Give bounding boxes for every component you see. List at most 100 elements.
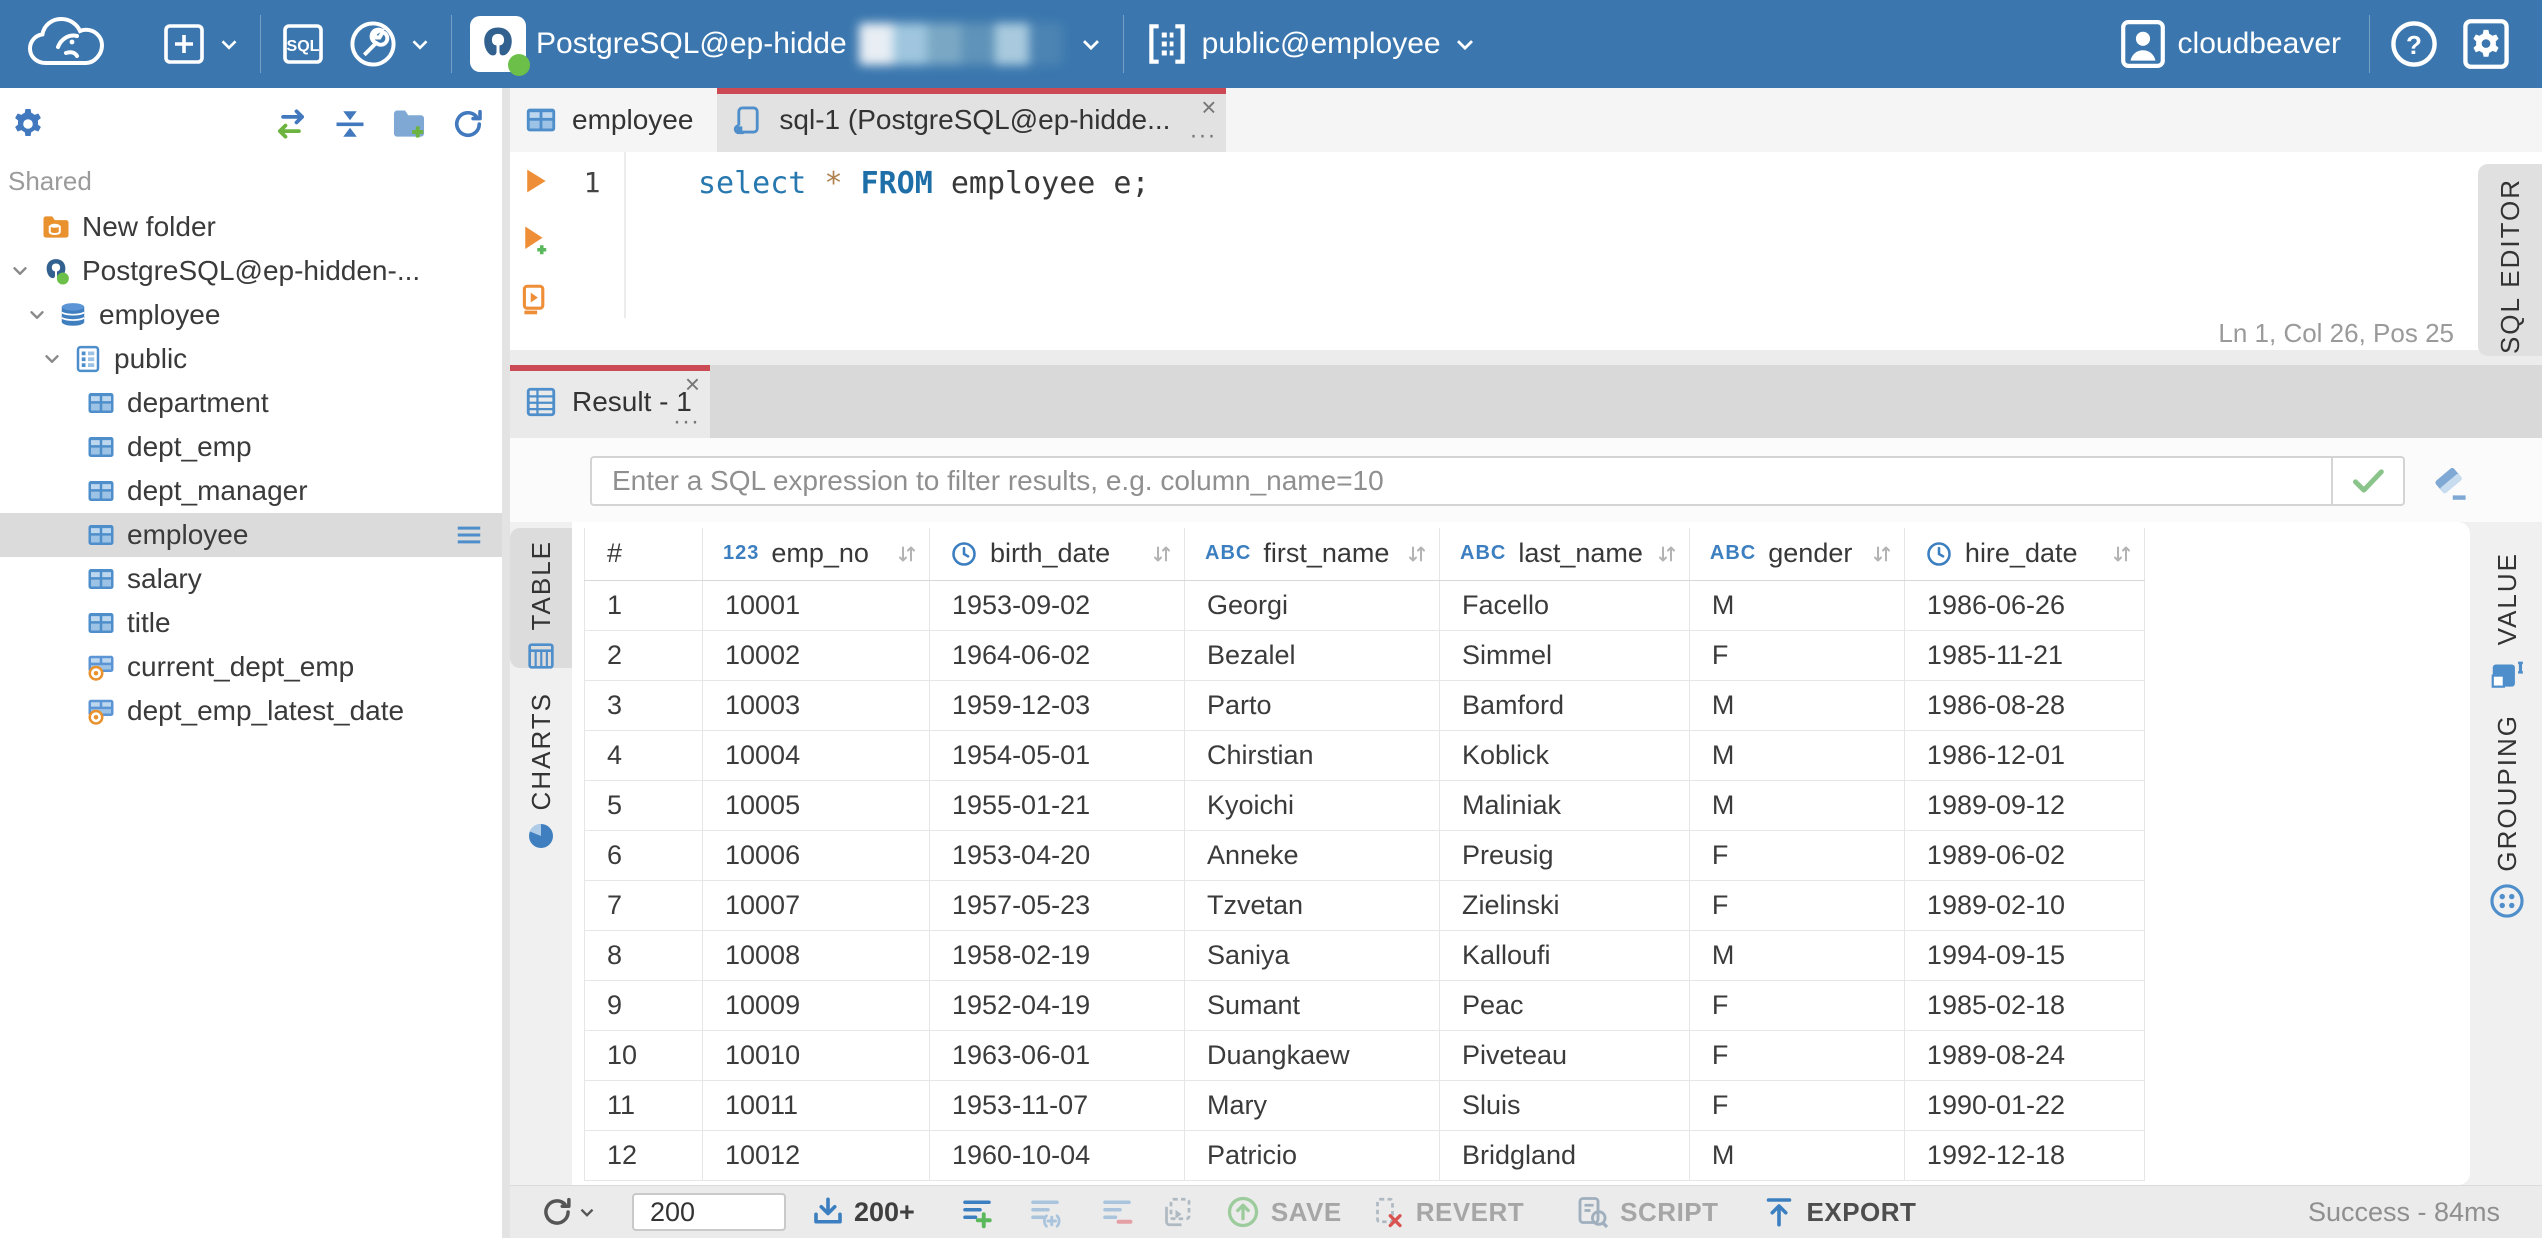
close-icon[interactable]: × <box>685 371 700 397</box>
table-row[interactable]: 11 10011 1953-11-07 Mary Sluis F 1990-01-22 <box>584 1080 2145 1131</box>
cell-first_name[interactable]: Tzvetan <box>1184 880 1440 931</box>
sort-icon[interactable] <box>1870 542 1894 566</box>
save-button[interactable]: SAVE <box>1225 1194 1342 1230</box>
tree-item-salary[interactable]: salary <box>0 557 502 601</box>
cell-birth_date[interactable]: 1959-12-03 <box>929 680 1185 731</box>
script-button[interactable]: SCRIPT <box>1574 1194 1718 1230</box>
cell-emp_no[interactable]: 10001 <box>702 580 930 631</box>
tree-item-employee[interactable]: employee <box>0 293 502 337</box>
cell-last_name[interactable]: Facello <box>1439 580 1690 631</box>
cell-last_name[interactable]: Sluis <box>1439 1080 1690 1131</box>
cell-birth_date[interactable]: 1954-05-01 <box>929 730 1185 781</box>
cell-emp_no[interactable]: 10011 <box>702 1080 930 1131</box>
cell-gender[interactable]: M <box>1689 680 1905 731</box>
tree-item-public[interactable]: public <box>0 337 502 381</box>
table-row[interactable]: 6 10006 1953-04-20 Anneke Preusig F 1989-06-02 <box>584 830 2145 881</box>
tab-employee[interactable]: employee <box>510 88 717 152</box>
cell-last_name[interactable]: Bamford <box>1439 680 1690 731</box>
cell-emp_no[interactable]: 10012 <box>702 1130 930 1181</box>
cell-hire_date[interactable]: 1989-02-10 <box>1904 880 2145 931</box>
sort-icon[interactable] <box>2110 542 2134 566</box>
chevron-down-icon[interactable] <box>25 303 49 327</box>
driver-manager-button[interactable] <box>337 0 443 88</box>
link-with-editor-icon[interactable] <box>272 105 310 143</box>
cell-hire_date[interactable]: 1989-08-24 <box>1904 1030 2145 1081</box>
table-row[interactable]: 3 10003 1959-12-03 Parto Bamford M 1986-08-28 <box>584 680 2145 731</box>
sql-editor-button[interactable]: SQL <box>269 0 337 88</box>
tab-sql-1[interactable]: sql-1 (PostgreSQL@ep-hidde... × ··· <box>717 88 1227 152</box>
apply-filter-button[interactable] <box>2331 458 2403 504</box>
tree-item-department[interactable]: department <box>0 381 502 425</box>
cell-last_name[interactable]: Bridgland <box>1439 1130 1690 1181</box>
cell-last_name[interactable]: Maliniak <box>1439 780 1690 831</box>
cell-gender[interactable]: M <box>1689 580 1905 631</box>
execute-new-tab-icon[interactable] <box>517 222 553 258</box>
cell-last_name[interactable]: Piveteau <box>1439 1030 1690 1081</box>
cell-last_name[interactable]: Zielinski <box>1439 880 1690 931</box>
cell-gender[interactable]: F <box>1689 1030 1905 1081</box>
collapse-all-icon[interactable] <box>332 106 368 142</box>
cell-emp_no[interactable]: 10002 <box>702 630 930 681</box>
table-row[interactable]: 2 10002 1964-06-02 Bezalel Simmel F 1985-11-21 <box>584 630 2145 681</box>
cell-emp_no[interactable]: 10004 <box>702 730 930 781</box>
sql-code[interactable]: select * FROM employee e; <box>626 152 1150 318</box>
sort-icon[interactable] <box>895 542 919 566</box>
more-icon[interactable]: ··· <box>1189 124 1216 148</box>
sort-icon[interactable] <box>1405 542 1429 566</box>
sidebar-settings-gear-icon[interactable] <box>10 106 46 142</box>
export-button[interactable]: EXPORT <box>1761 1194 1917 1230</box>
tab-grouping-panel[interactable]: GROUPING <box>2472 714 2542 920</box>
cell-gender[interactable]: M <box>1689 1130 1905 1181</box>
cell-birth_date[interactable]: 1960-10-04 <box>929 1130 1185 1181</box>
schema-selector[interactable]: public@employee <box>1132 0 1489 88</box>
cell-hire_date[interactable]: 1986-12-01 <box>1904 730 2145 781</box>
sort-icon[interactable] <box>1655 542 1679 566</box>
copy-cell-button[interactable] <box>1159 1194 1195 1230</box>
tree-item-dept-emp-latest-date[interactable]: dept_emp_latest_date <box>0 689 502 733</box>
cell-gender[interactable]: M <box>1689 780 1905 831</box>
cell-emp_no[interactable]: 10008 <box>702 930 930 981</box>
sort-icon[interactable] <box>1150 542 1174 566</box>
column-header-gender[interactable]: ABC gender <box>1689 528 1905 581</box>
tab-value-panel[interactable]: VALUE <box>2472 552 2542 693</box>
cell-hire_date[interactable]: 1990-01-22 <box>1904 1080 2145 1131</box>
cell-birth_date[interactable]: 1952-04-19 <box>929 980 1185 1031</box>
cell-gender[interactable]: M <box>1689 930 1905 981</box>
user-menu[interactable]: cloudbeaver <box>2108 0 2361 88</box>
item-menu-icon[interactable] <box>454 520 484 550</box>
close-icon[interactable]: × <box>1201 94 1216 120</box>
cell-emp_no[interactable]: 10007 <box>702 880 930 931</box>
cell-last_name[interactable]: Koblick <box>1439 730 1690 781</box>
cell-birth_date[interactable]: 1957-05-23 <box>929 880 1185 931</box>
row-number-header[interactable]: # <box>584 528 703 581</box>
cell-emp_no[interactable]: 10003 <box>702 680 930 731</box>
cell-last_name[interactable]: Simmel <box>1439 630 1690 681</box>
tab-table-view[interactable]: TABLE <box>510 528 572 670</box>
cell-last_name[interactable]: Peac <box>1439 980 1690 1031</box>
editor-result-splitter[interactable] <box>510 350 2542 365</box>
connection-selector[interactable]: PostgreSQL@ep-hidde <box>460 0 1115 88</box>
cell-birth_date[interactable]: 1953-11-07 <box>929 1080 1185 1131</box>
tree-item-new-folder[interactable]: New folder <box>0 205 502 249</box>
table-row[interactable]: 1 10001 1953-09-02 Georgi Facello M 1986-06-26 <box>584 580 2145 631</box>
cell-birth_date[interactable]: 1958-02-19 <box>929 930 1185 981</box>
cell-hire_date[interactable]: 1986-08-28 <box>1904 680 2145 731</box>
more-icon[interactable]: ··· <box>673 410 700 434</box>
filter-input[interactable] <box>592 465 2331 497</box>
tab-sql-editor-side[interactable]: SQL EDITOR <box>2478 164 2542 387</box>
column-header-birth_date[interactable]: birth_date <box>929 528 1185 581</box>
cell-first_name[interactable]: Kyoichi <box>1184 780 1440 831</box>
cell-birth_date[interactable]: 1953-09-02 <box>929 580 1185 631</box>
help-button[interactable]: ? <box>2378 0 2450 88</box>
column-header-emp_no[interactable]: 123 emp_no <box>702 528 930 581</box>
cell-first_name[interactable]: Saniya <box>1184 930 1440 981</box>
table-row[interactable]: 8 10008 1958-02-19 Saniya Kalloufi M 1994-09-1… <box>584 930 2145 981</box>
cell-first_name[interactable]: Sumant <box>1184 980 1440 1031</box>
cell-birth_date[interactable]: 1963-06-01 <box>929 1030 1185 1081</box>
table-row[interactable]: 10 10010 1963-06-01 Duangkaew Piveteau F 1989-… <box>584 1030 2145 1081</box>
refresh-results-button[interactable] <box>538 1193 598 1231</box>
new-object-button[interactable] <box>150 0 252 88</box>
cell-emp_no[interactable]: 10010 <box>702 1030 930 1081</box>
cell-gender[interactable]: F <box>1689 830 1905 881</box>
tab-charts-view[interactable]: CHARTS <box>510 680 572 849</box>
